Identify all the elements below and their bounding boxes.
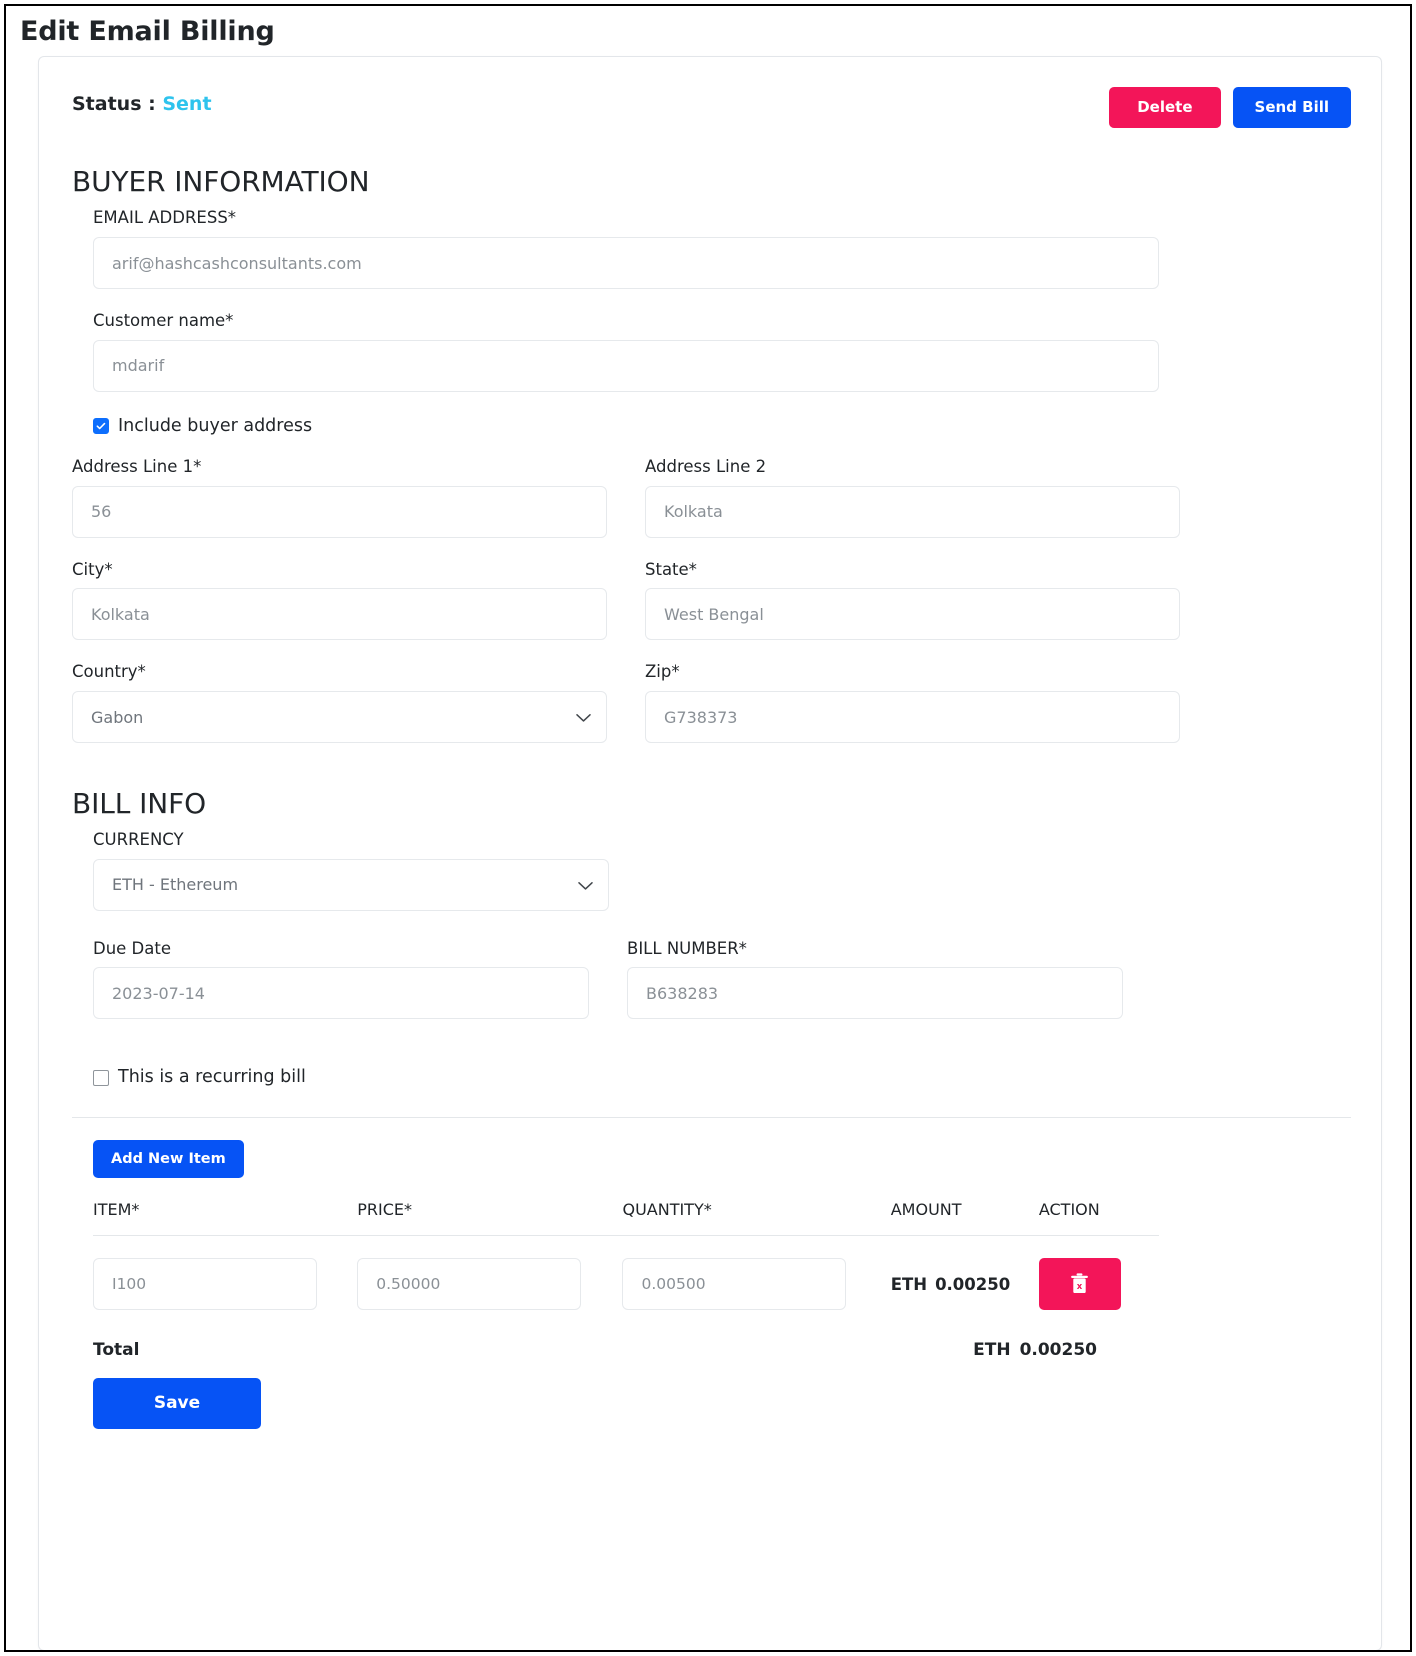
state-block: State* [645,560,1180,641]
total-label: Total [93,1340,140,1361]
items-table-header-row: ITEM* PRICE* QUANTITY* AMOUNT ACTION [93,1200,1159,1237]
amount-currency: ETH [890,1274,928,1294]
add-new-item-button[interactable]: Add New Item [93,1139,244,1179]
address-line-1-label: Address Line 1* [72,457,202,477]
address-line-1-input[interactable] [72,485,607,538]
country-block: Country* Gabon [72,662,607,744]
customer-name-field-block: Customer name* [93,311,1351,392]
action-cell: x [1038,1236,1159,1311]
items-section: Add New Item ITEM* PRICE* QUANTITY* AMOU… [72,1139,1351,1430]
state-input[interactable] [645,588,1180,641]
currency-select[interactable]: ETH - Ethereum [93,858,609,911]
item-input[interactable] [93,1258,317,1311]
save-row: Save [93,1378,1351,1430]
due-date-input[interactable] [93,967,589,1020]
save-button[interactable]: Save [93,1378,261,1430]
amount-cell: ETH 0.00250 [891,1236,1039,1311]
include-buyer-address-checkbox[interactable] [93,418,109,435]
price-input[interactable] [357,1258,582,1311]
recurring-bill-label: This is a recurring bill [118,1067,306,1088]
bill-number-label: BILL NUMBER* [627,938,747,958]
recurring-bill-row[interactable]: This is a recurring bill [93,1069,1351,1087]
state-label: State* [645,559,697,579]
address-line-2-block: Address Line 2 [645,457,1180,538]
bill-number-input[interactable] [627,967,1123,1020]
table-row: ETH 0.00250 x [93,1236,1159,1311]
billing-form-card: Status : Sent Delete Send Bill BUYER INF… [38,56,1382,1650]
email-input[interactable] [93,237,1159,290]
delete-item-button[interactable]: x [1038,1258,1121,1311]
currency-label: CURRENCY [93,830,184,850]
due-date-block: Due Date [93,939,589,1020]
bill-info-heading: BILL INFO [72,787,207,821]
total-currency: ETH [973,1340,1011,1361]
email-field-block: EMAIL ADDRESS* [93,208,1351,290]
send-bill-button[interactable]: Send Bill [1232,87,1351,129]
currency-select-wrapper[interactable]: ETH - Ethereum [93,858,609,911]
address-line-1-block: Address Line 1* [72,457,607,538]
items-table: ITEM* PRICE* QUANTITY* AMOUNT ACTION I10… [93,1200,1159,1311]
total-value-number: 0.00250 [1019,1340,1097,1361]
address-grid: Address Line 1* Address Line 2 City* Sta… [72,457,1351,765]
include-buyer-address-label: Include buyer address [118,415,313,436]
section-divider [72,1116,1351,1118]
zip-block: Zip* [645,662,1180,744]
status-value: Sent [162,93,212,116]
zip-input[interactable] [645,691,1180,744]
status-label: Status : [72,93,156,116]
column-header-amount: AMOUNT [890,1200,1039,1237]
column-header-item: ITEM* [93,1200,358,1237]
include-buyer-address-row[interactable]: Include buyer address [93,415,1351,436]
address-line-2-label: Address Line 2 [645,457,767,477]
email-label: EMAIL ADDRESS* [93,208,237,228]
item-cell [93,1236,357,1311]
currency-block: CURRENCY ETH - Ethereum [93,830,1351,911]
city-block: City* [72,560,607,641]
buyer-information-heading: BUYER INFORMATION [72,165,370,199]
quantity-input[interactable] [622,1258,847,1311]
delete-button[interactable]: Delete [1109,87,1221,129]
app-window: Edit Email Billing Status : Sent Delete … [4,4,1412,1652]
column-header-action: ACTION [1038,1200,1159,1237]
zip-label: Zip* [645,662,680,682]
amount-value: 0.00250 [935,1274,1011,1294]
svg-text:x: x [1077,1282,1083,1292]
trash-icon: x [1071,1273,1089,1294]
customer-name-input[interactable] [93,339,1159,392]
bill-number-block: BILL NUMBER* [627,939,1123,1020]
country-label: Country* [72,662,146,682]
column-header-price: PRICE* [357,1200,623,1237]
column-header-quantity: QUANTITY* [622,1200,891,1237]
header-action-buttons: Delete Send Bill [1109,87,1351,129]
recurring-bill-checkbox[interactable] [93,1070,109,1087]
page-title: Edit Email Billing [20,16,275,47]
country-select[interactable]: Gabon [72,691,607,744]
check-icon [96,423,106,430]
address-line-2-input[interactable] [645,485,1180,538]
city-input[interactable] [72,588,607,641]
customer-name-label: Customer name* [93,311,234,331]
country-select-wrapper[interactable]: Gabon [72,691,607,744]
quantity-cell [622,1236,890,1311]
total-row: Total ETH 0.00250 [93,1340,1159,1360]
price-cell [357,1236,622,1311]
city-label: City* [72,559,113,579]
total-amount: ETH 0.00250 [973,1340,1159,1360]
status-badge: Status : Sent [72,87,212,115]
due-date-label: Due Date [93,938,171,958]
bill-meta-grid: Due Date BILL NUMBER* [93,939,1351,1042]
status-row: Status : Sent Delete Send Bill [72,87,1351,139]
